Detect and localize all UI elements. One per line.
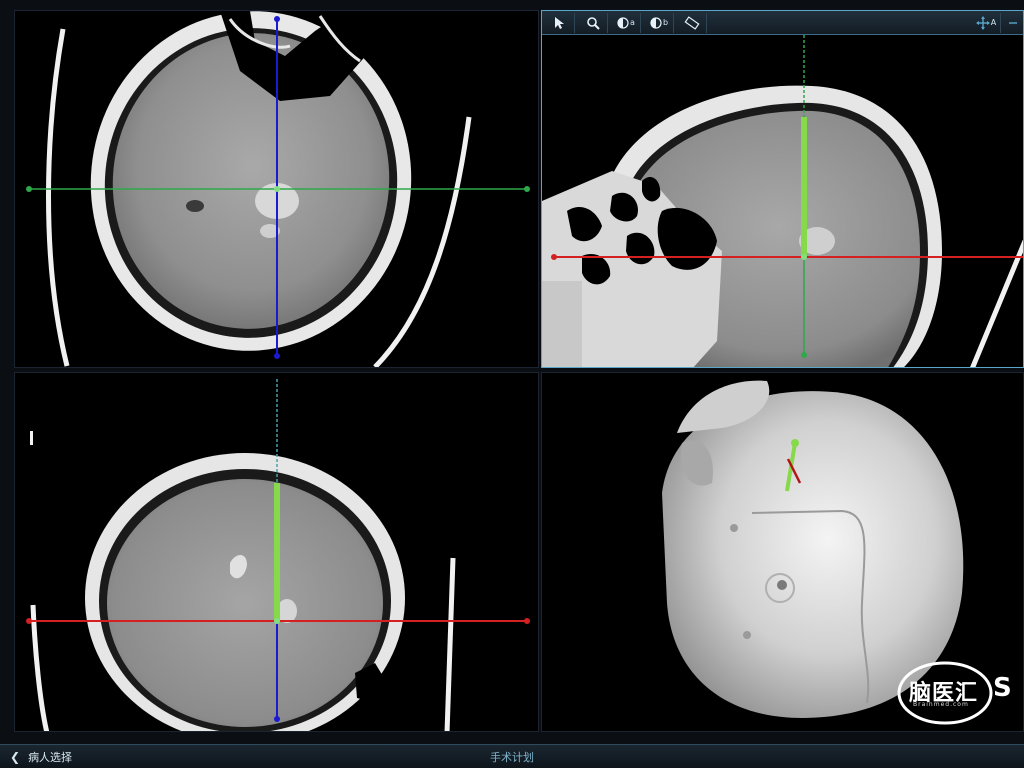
- contrast-b-icon: [650, 16, 662, 29]
- back-button-label: 病人选择: [28, 750, 73, 764]
- contrast-b-sub-label: b: [662, 18, 669, 27]
- sagittal-ct-image: [542, 15, 1023, 367]
- axial-viewport[interactable]: [14, 10, 539, 368]
- coronal-ct-image: [26, 379, 530, 731]
- 3d-render-viewport[interactable]: 脑医汇 Brainmed.com S: [541, 372, 1024, 732]
- pointer-icon: [555, 16, 564, 29]
- watermark-tail: S: [993, 673, 1012, 703]
- app-window: a b A 脑医汇 Brainmed.com S ❮ 病人选择 手术计划: [0, 0, 1024, 768]
- screen-title: 手术计划: [490, 750, 534, 764]
- ruler-tool-button[interactable]: [678, 12, 707, 33]
- contrast-a-icon: [617, 16, 629, 29]
- zoom-tool-button[interactable]: [579, 12, 608, 33]
- sagittal-toolbar: a b A: [542, 11, 1023, 35]
- chevron-left-icon: ❮: [10, 749, 21, 764]
- zoom-icon: [587, 16, 600, 30]
- patient-select-back-button[interactable]: ❮ 病人选择: [0, 749, 72, 765]
- sagittal-viewport[interactable]: a b A: [541, 10, 1024, 368]
- pan-tool-button[interactable]: A: [972, 12, 1001, 33]
- axial-ct-image: [26, 11, 530, 367]
- contrast-a-tool-button[interactable]: a: [612, 12, 641, 33]
- pointer-tool-button[interactable]: [546, 12, 575, 33]
- watermark-subtext: Brainmed.com: [913, 701, 969, 708]
- ruler-icon: [684, 15, 700, 30]
- contrast-b-tool-button[interactable]: b: [645, 12, 674, 33]
- coronal-viewport[interactable]: [14, 372, 539, 732]
- more-icon: [1009, 21, 1017, 24]
- bottom-statusbar: ❮ 病人选择 手术计划: [0, 744, 1024, 768]
- watermark-logo: 脑医汇 Brainmed.com S: [895, 657, 1013, 727]
- more-tools-button[interactable]: [1005, 13, 1019, 33]
- contrast-a-sub-label: a: [630, 18, 635, 27]
- pan-icon: [975, 15, 990, 30]
- pan-sub-label: A: [990, 18, 997, 27]
